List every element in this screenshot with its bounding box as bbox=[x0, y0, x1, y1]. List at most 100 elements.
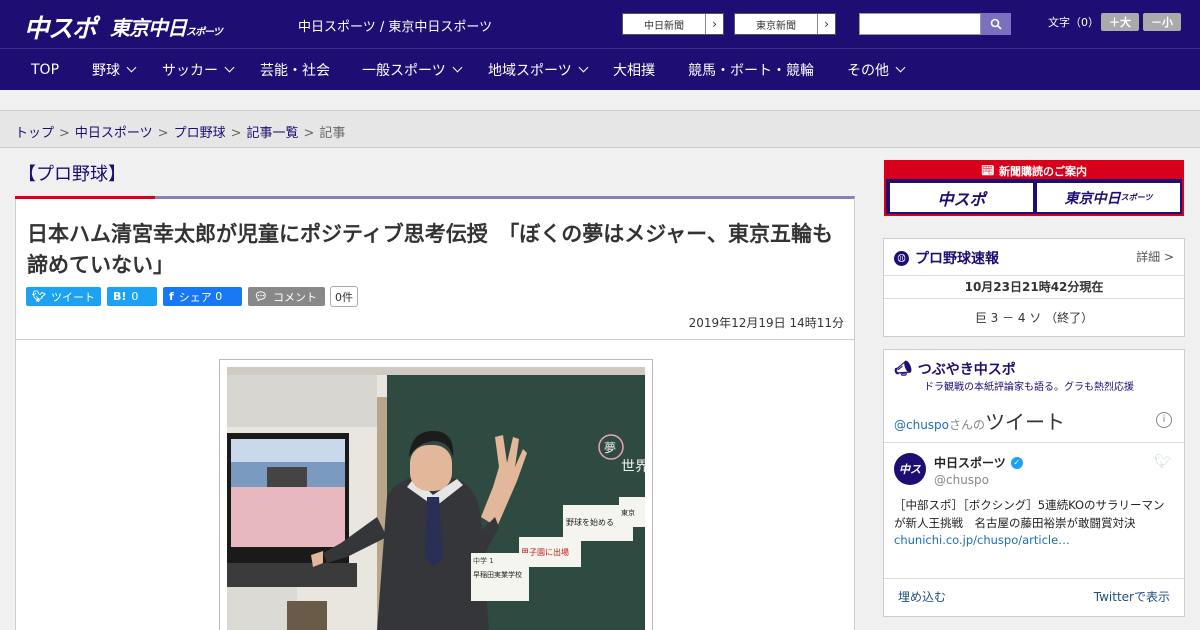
speech-bubble-icon: 💬︎ bbox=[254, 290, 268, 303]
info-icon[interactable]: i bbox=[1156, 412, 1172, 428]
subscribe-chuspo-button[interactable]: 中スポ bbox=[890, 183, 1033, 212]
article-date: 2019年12月19日 14時11分 bbox=[688, 316, 844, 330]
newspaper-icon: 📰︎ bbox=[981, 164, 995, 177]
facebook-count: 0 bbox=[215, 290, 223, 303]
breadcrumb-article-list[interactable]: 記事一覧 bbox=[247, 126, 299, 141]
verified-badge-icon: ✓ bbox=[1010, 456, 1023, 469]
breadcrumb: トップ > 中日スポーツ > プロ野球 > 記事一覧 > 記事 bbox=[0, 110, 1200, 148]
board-text-dream: 夢 bbox=[604, 441, 616, 455]
chunichi-shimbun-label: 中日新聞 bbox=[644, 20, 684, 32]
tweets-box-header: 📣︎ つぶやき中スポ bbox=[894, 361, 1016, 378]
baseball-icon: ⚾︎ bbox=[894, 250, 909, 266]
nav-label: 地域スポーツ bbox=[488, 62, 572, 79]
hatena-count: 0 bbox=[131, 290, 139, 303]
subscription-title: 📰︎ 新聞購読のご案内 bbox=[886, 162, 1182, 179]
chevron-right-icon: › bbox=[817, 14, 835, 34]
nav-item-baseball[interactable]: 野球 bbox=[92, 49, 137, 90]
avatar[interactable]: 中ス bbox=[894, 453, 926, 485]
nav-label: サッカー bbox=[162, 62, 218, 79]
tokyo-shimbun-button[interactable]: 東京新聞 › bbox=[734, 13, 836, 35]
breadcrumb-sep: > bbox=[303, 126, 315, 141]
baseball-score[interactable]: 巨 3 － 4 ソ （終了） bbox=[884, 309, 1184, 326]
tweet-author-handle[interactable]: @chuspo bbox=[934, 473, 989, 487]
font-larger-button[interactable]: ＋大 bbox=[1101, 13, 1139, 31]
nav-item-other[interactable]: その他 bbox=[847, 49, 906, 90]
search-input[interactable] bbox=[859, 13, 981, 35]
chevron-right-icon: › bbox=[705, 14, 723, 34]
nav-label: 野球 bbox=[92, 62, 120, 79]
nav-item-general-sports[interactable]: 一般スポーツ bbox=[362, 49, 463, 90]
timeline-title: ツイート bbox=[985, 410, 1066, 434]
breadcrumb-sep: > bbox=[59, 126, 70, 141]
tokyo-shimbun-label: 東京新聞 bbox=[756, 20, 796, 32]
nav-item-entertainment[interactable]: 芸能・社会 bbox=[260, 49, 330, 90]
twitter-bird-icon[interactable]: 🐦︎ bbox=[1154, 454, 1172, 470]
nav-label: TOP bbox=[31, 61, 60, 78]
board-text-world: 世界 bbox=[621, 459, 645, 475]
tweet-author-name: 中日スポーツ bbox=[934, 456, 1006, 470]
tweets-timeline-header: @chuspo さんの ツイート bbox=[894, 406, 1176, 435]
tokyo-chunichi-logo[interactable]: 東京中日スポーツ bbox=[110, 12, 223, 41]
article-title: 日本ハム清宮幸太郎が児童にポジティブ思考伝授 「ぼくの夢はメジャー、東京五輪も諦… bbox=[27, 222, 833, 277]
chuspo-logo[interactable]: 中スポ bbox=[24, 9, 97, 45]
timeline-suffix: さんの bbox=[949, 418, 986, 432]
tweet-label: ツイート bbox=[50, 290, 95, 304]
chunichi-shimbun-button[interactable]: 中日新聞 › bbox=[622, 13, 724, 35]
chevron-down-icon bbox=[895, 62, 906, 73]
timeline-handle[interactable]: @chuspo bbox=[894, 418, 949, 432]
nav-label: 芸能・社会 bbox=[260, 62, 330, 79]
tweet-button[interactable]: 🐦︎ ツイート bbox=[26, 287, 101, 306]
breadcrumb-top[interactable]: トップ bbox=[15, 126, 54, 141]
article-photo-area: 夢 世界 野球を始める 甲子園に出場 早稲田実業学校 中学 1 東京 bbox=[15, 340, 855, 630]
article-header: 日本ハム清宮幸太郎が児童にポジティブ思考伝授 「ぼくの夢はメジャー、東京五輪も諦… bbox=[15, 196, 855, 340]
facebook-share-button[interactable]: f シェア 0 bbox=[163, 287, 242, 306]
search-box bbox=[859, 13, 1011, 35]
board-card-text: 野球を始める bbox=[566, 517, 614, 527]
site-name[interactable]: 中日スポーツ / 東京中日スポーツ bbox=[298, 16, 492, 35]
tweet-link[interactable]: chunichi.co.jp/chuspo/article… bbox=[894, 533, 1070, 547]
breadcrumb-sep: > bbox=[230, 126, 242, 141]
article-photo[interactable]: 夢 世界 野球を始める 甲子園に出場 早稲田実業学校 中学 1 東京 bbox=[219, 359, 653, 630]
accent-bar bbox=[15, 196, 155, 199]
nav-label: 大相撲 bbox=[613, 62, 655, 79]
breadcrumb-chunichi-sports[interactable]: 中日スポーツ bbox=[75, 126, 153, 141]
embed-link[interactable]: 埋め込む bbox=[898, 588, 946, 605]
font-size-label: 文字（0） bbox=[1048, 16, 1099, 29]
font-smaller-button[interactable]: －小 bbox=[1143, 13, 1181, 31]
site-header: 中スポ 東京中日スポーツ 中日スポーツ / 東京中日スポーツ 中日新聞 › 東京… bbox=[0, 0, 1200, 48]
nav-label: その他 bbox=[847, 62, 889, 79]
tweets-subtitle: ドラ観戦の本紙評論家も語る。グラも熱烈応援 bbox=[924, 382, 1134, 393]
nav-item-local-sports[interactable]: 地域スポーツ bbox=[488, 49, 589, 90]
subscription-banner: 📰︎ 新聞購読のご案内 中スポ 東京中日 スポーツ bbox=[884, 160, 1184, 216]
article-category: 【プロ野球】 bbox=[18, 164, 126, 185]
tweet-author[interactable]: 中日スポーツ ✓ bbox=[934, 454, 1023, 471]
chevron-down-icon bbox=[452, 62, 463, 73]
chevron-down-icon bbox=[578, 62, 589, 73]
baseball-score-box: ⚾︎ プロ野球速報 詳細 > 10月23日21時42分現在 巨 3 － 4 ソ （… bbox=[883, 238, 1185, 337]
baseball-detail-link[interactable]: 詳細 > bbox=[1136, 248, 1174, 265]
divider bbox=[884, 442, 1184, 443]
breadcrumb-current: 記事 bbox=[319, 126, 346, 141]
comment-label: コメント bbox=[272, 290, 317, 304]
nav-item-sumo[interactable]: 大相撲 bbox=[613, 49, 655, 90]
baseball-as-of: 10月23日21時42分現在 bbox=[884, 275, 1184, 299]
baseball-box-header: ⚾︎ プロ野球速報 bbox=[894, 248, 999, 268]
breadcrumb-pro-baseball[interactable]: プロ野球 bbox=[174, 126, 226, 141]
comment-button[interactable]: 💬︎ コメント bbox=[248, 287, 325, 306]
nav-item-top[interactable]: TOP bbox=[31, 49, 59, 90]
search-icon bbox=[990, 18, 1002, 30]
board-card-text: 中学 1 bbox=[473, 556, 494, 565]
twitter-bird-icon: 🐦︎ bbox=[32, 290, 46, 303]
subscribe-tokyo-chunichi-button[interactable]: 東京中日 スポーツ bbox=[1037, 183, 1180, 212]
search-button[interactable] bbox=[981, 13, 1011, 35]
facebook-icon: f bbox=[169, 290, 174, 303]
breadcrumb-sep: > bbox=[157, 126, 169, 141]
nav-item-soccer[interactable]: サッカー bbox=[162, 49, 235, 90]
nav-item-racing[interactable]: 競馬・ボート・競輪 bbox=[688, 49, 814, 90]
hatena-bookmark-button[interactable]: B! 0 bbox=[107, 287, 157, 306]
chevron-down-icon bbox=[224, 62, 235, 73]
megaphone-icon: 📣︎ bbox=[894, 361, 912, 377]
nav-label: 一般スポーツ bbox=[362, 62, 446, 79]
board-card-text: 東京 bbox=[621, 508, 635, 517]
view-on-twitter-link[interactable]: Twitterで表示 bbox=[1094, 588, 1170, 605]
